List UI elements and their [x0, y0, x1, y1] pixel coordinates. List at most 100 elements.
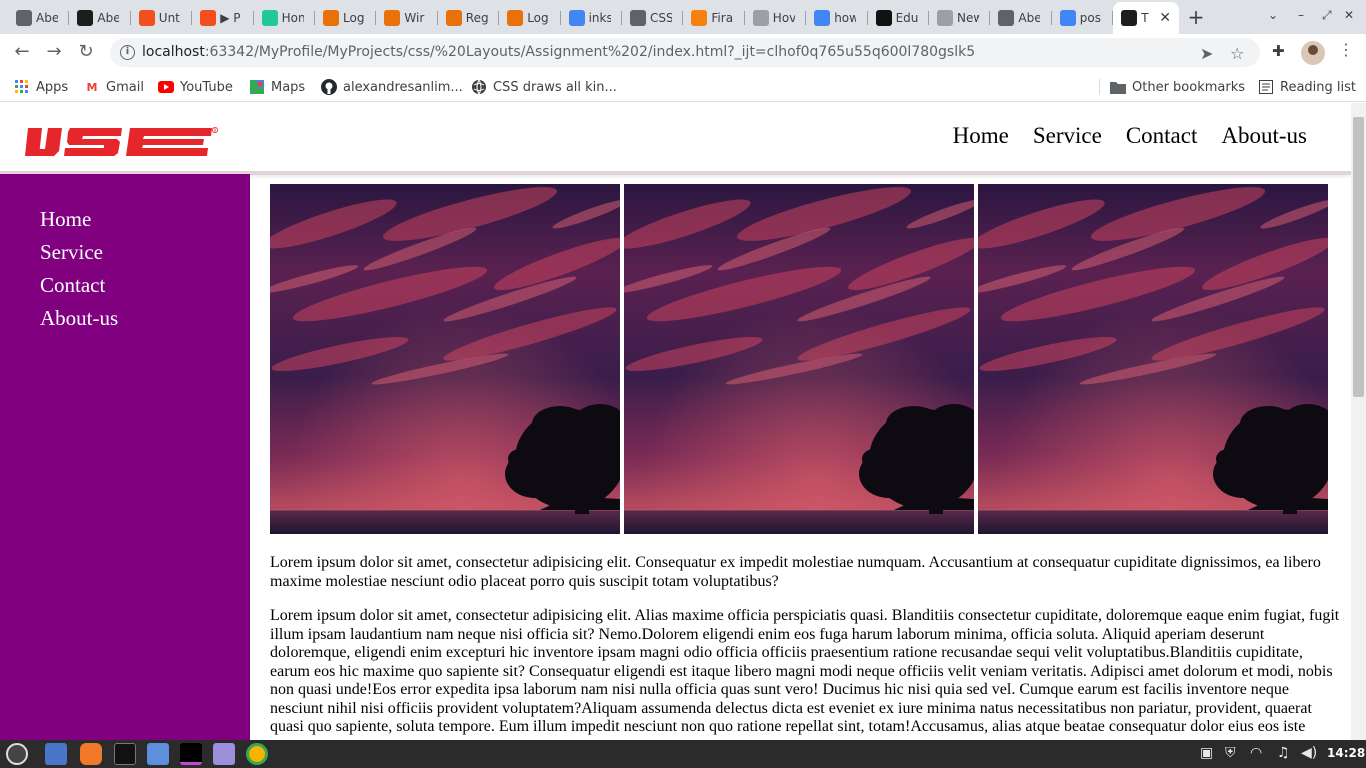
- scrollbar-thumb[interactable]: [1353, 117, 1364, 397]
- bookmark-youtube[interactable]: YouTube: [158, 77, 233, 97]
- bookmark-label: Gmail: [106, 79, 144, 95]
- sidebar-item-contact[interactable]: Contact: [40, 269, 250, 302]
- browser-tab[interactable]: CSS: [622, 4, 684, 32]
- browser-tab[interactable]: Reg: [438, 4, 500, 32]
- url-text[interactable]: localhost:63342/MyProfile/MyProjects/css…: [142, 44, 975, 60]
- window-close-icon[interactable]: ✕: [1344, 8, 1354, 22]
- page-scrollbar[interactable]: [1351, 103, 1366, 740]
- shield-icon[interactable]: ⛨: [1225, 745, 1236, 761]
- wifi-icon[interactable]: ◠: [1250, 745, 1262, 761]
- reading-list-icon: [1258, 79, 1274, 95]
- send-icon[interactable]: ➤: [1200, 44, 1213, 63]
- browser-tab[interactable]: Fira: [683, 4, 745, 32]
- globe-icon: [937, 10, 953, 26]
- tab-label: T: [1141, 11, 1149, 25]
- back-icon[interactable]: ←: [10, 40, 34, 64]
- top-nav-contact[interactable]: Contact: [1126, 123, 1198, 149]
- tab-close-icon[interactable]: ✕: [1159, 10, 1171, 26]
- browser-tab[interactable]: Abe: [69, 4, 131, 32]
- sunset-scene: [978, 184, 1328, 534]
- reading-list-label: Reading list: [1280, 79, 1356, 95]
- main-content: Lorem ipsum dolor sit amet, consectetur …: [270, 184, 1340, 737]
- terminal-icon[interactable]: [114, 743, 136, 765]
- tab-label: New: [957, 11, 979, 25]
- tab-label: CSS: [650, 11, 672, 25]
- address-bar[interactable]: i localhost:63342/MyProfile/MyProjects/c…: [110, 38, 1260, 67]
- bookmark-label: YouTube: [180, 79, 233, 95]
- minimize-icon[interactable]: –: [1298, 8, 1304, 22]
- tab-label: Fira: [711, 11, 734, 25]
- reading-list[interactable]: Reading list: [1258, 77, 1356, 97]
- browser-tab[interactable]: Log: [315, 4, 377, 32]
- bookmark-css-draws[interactable]: CSS draws all kin...: [471, 77, 617, 97]
- browser-tab[interactable]: ▶ P: [192, 4, 254, 32]
- bookmark-gmail[interactable]: M Gmail: [84, 77, 144, 97]
- browser-tab[interactable]: pos: [1052, 4, 1114, 32]
- browser-tab[interactable]: Unt: [131, 4, 193, 32]
- bookmark-label: Maps: [271, 79, 306, 95]
- svg-text:R: R: [214, 128, 217, 133]
- os-taskbar: ▣ ⛨ ◠ ♫ ◀) 14:28: [0, 740, 1366, 768]
- browser-tab[interactable]: T ✕: [1113, 2, 1180, 34]
- bookmark-apps[interactable]: Apps: [14, 77, 68, 97]
- profile-avatar[interactable]: [1301, 41, 1325, 65]
- extensions-puzzle-icon[interactable]: ✚: [1272, 42, 1285, 60]
- sunset-tree-image: [624, 184, 974, 534]
- start-menu-icon[interactable]: [6, 743, 28, 765]
- browser-tab[interactable]: Log: [499, 4, 561, 32]
- reload-icon[interactable]: ↻: [74, 40, 98, 64]
- browser-tab[interactable]: Edu: [868, 4, 929, 32]
- github-icon: [321, 79, 337, 95]
- bookmark-maps[interactable]: Maps: [249, 77, 305, 97]
- browser-tab[interactable]: Wir: [376, 4, 438, 32]
- site-header: R Home Service Contact About-us: [0, 103, 1351, 175]
- browser-tab[interactable]: Hon: [254, 4, 315, 32]
- url-host: localhost: [142, 44, 205, 60]
- paragraph: Lorem ipsum dolor sit amet, consectetur …: [270, 607, 1340, 735]
- site-info-icon[interactable]: i: [120, 45, 135, 60]
- tab-label: pos: [1079, 11, 1102, 25]
- browser-tab[interactable]: how: [806, 4, 868, 32]
- browser-toolbar: ← → ↻ i localhost:63342/MyProfile/MyProj…: [0, 34, 1366, 71]
- browser-tab[interactable]: inks: [561, 4, 622, 32]
- tab-strip: + ⌄ – ⤢ ✕ Abe Abe Unt ▶ P Hon Log Wir Reg Log ink…: [0, 0, 1366, 34]
- intellij-icon[interactable]: [180, 743, 202, 765]
- ijse-logo[interactable]: R: [24, 125, 219, 159]
- new-tab-button[interactable]: +: [1184, 6, 1208, 30]
- figma-icon: [138, 10, 155, 26]
- sidebar-item-about-us[interactable]: About-us: [40, 302, 250, 335]
- volume-icon[interactable]: ◀): [1301, 745, 1317, 761]
- files-window-icon[interactable]: [45, 743, 67, 765]
- bookmark-label: CSS draws all kin...: [493, 79, 617, 95]
- firefox-icon[interactable]: [80, 743, 102, 765]
- browser-tab[interactable]: Abe: [990, 4, 1052, 32]
- bookmark-github[interactable]: alexandresanlim...: [321, 77, 463, 97]
- sidebar-item-service[interactable]: Service: [40, 236, 250, 269]
- clipboard-icon[interactable]: ▣: [1200, 745, 1213, 761]
- tab-search-icon[interactable]: ⌄: [1268, 8, 1278, 22]
- figma-icon: [200, 10, 217, 26]
- text-editor-icon[interactable]: [213, 743, 235, 765]
- restore-icon[interactable]: ⤢: [1322, 8, 1332, 23]
- sidebar-item-home[interactable]: Home: [40, 203, 250, 236]
- bookmark-star-icon[interactable]: ☆: [1230, 44, 1244, 63]
- url-path: :63342/MyProfile/MyProjects/css/%20Layou…: [204, 44, 976, 60]
- page-viewport: R Home Service Contact About-us Home Ser…: [0, 103, 1351, 740]
- browser-tab[interactable]: New: [929, 4, 991, 32]
- globe-icon: [471, 79, 487, 95]
- browser-tab[interactable]: Hov: [745, 4, 807, 32]
- tab-label: Hon: [281, 11, 304, 25]
- browser-tab[interactable]: Abe: [8, 4, 70, 32]
- apps-grid-icon: [14, 79, 30, 95]
- clock[interactable]: 14:28: [1327, 746, 1365, 760]
- other-bookmarks[interactable]: Other bookmarks: [1110, 77, 1245, 97]
- top-nav-service[interactable]: Service: [1033, 123, 1102, 149]
- music-icon[interactable]: ♫: [1277, 745, 1290, 761]
- top-nav-home[interactable]: Home: [953, 123, 1009, 149]
- tab-label: Unt: [158, 11, 180, 25]
- browser-menu-icon[interactable]: ⋮: [1338, 40, 1354, 59]
- chrome-icon[interactable]: [246, 743, 268, 765]
- folder-icon[interactable]: [147, 743, 169, 765]
- forward-icon[interactable]: →: [42, 40, 66, 64]
- top-nav-about-us[interactable]: About-us: [1221, 123, 1307, 149]
